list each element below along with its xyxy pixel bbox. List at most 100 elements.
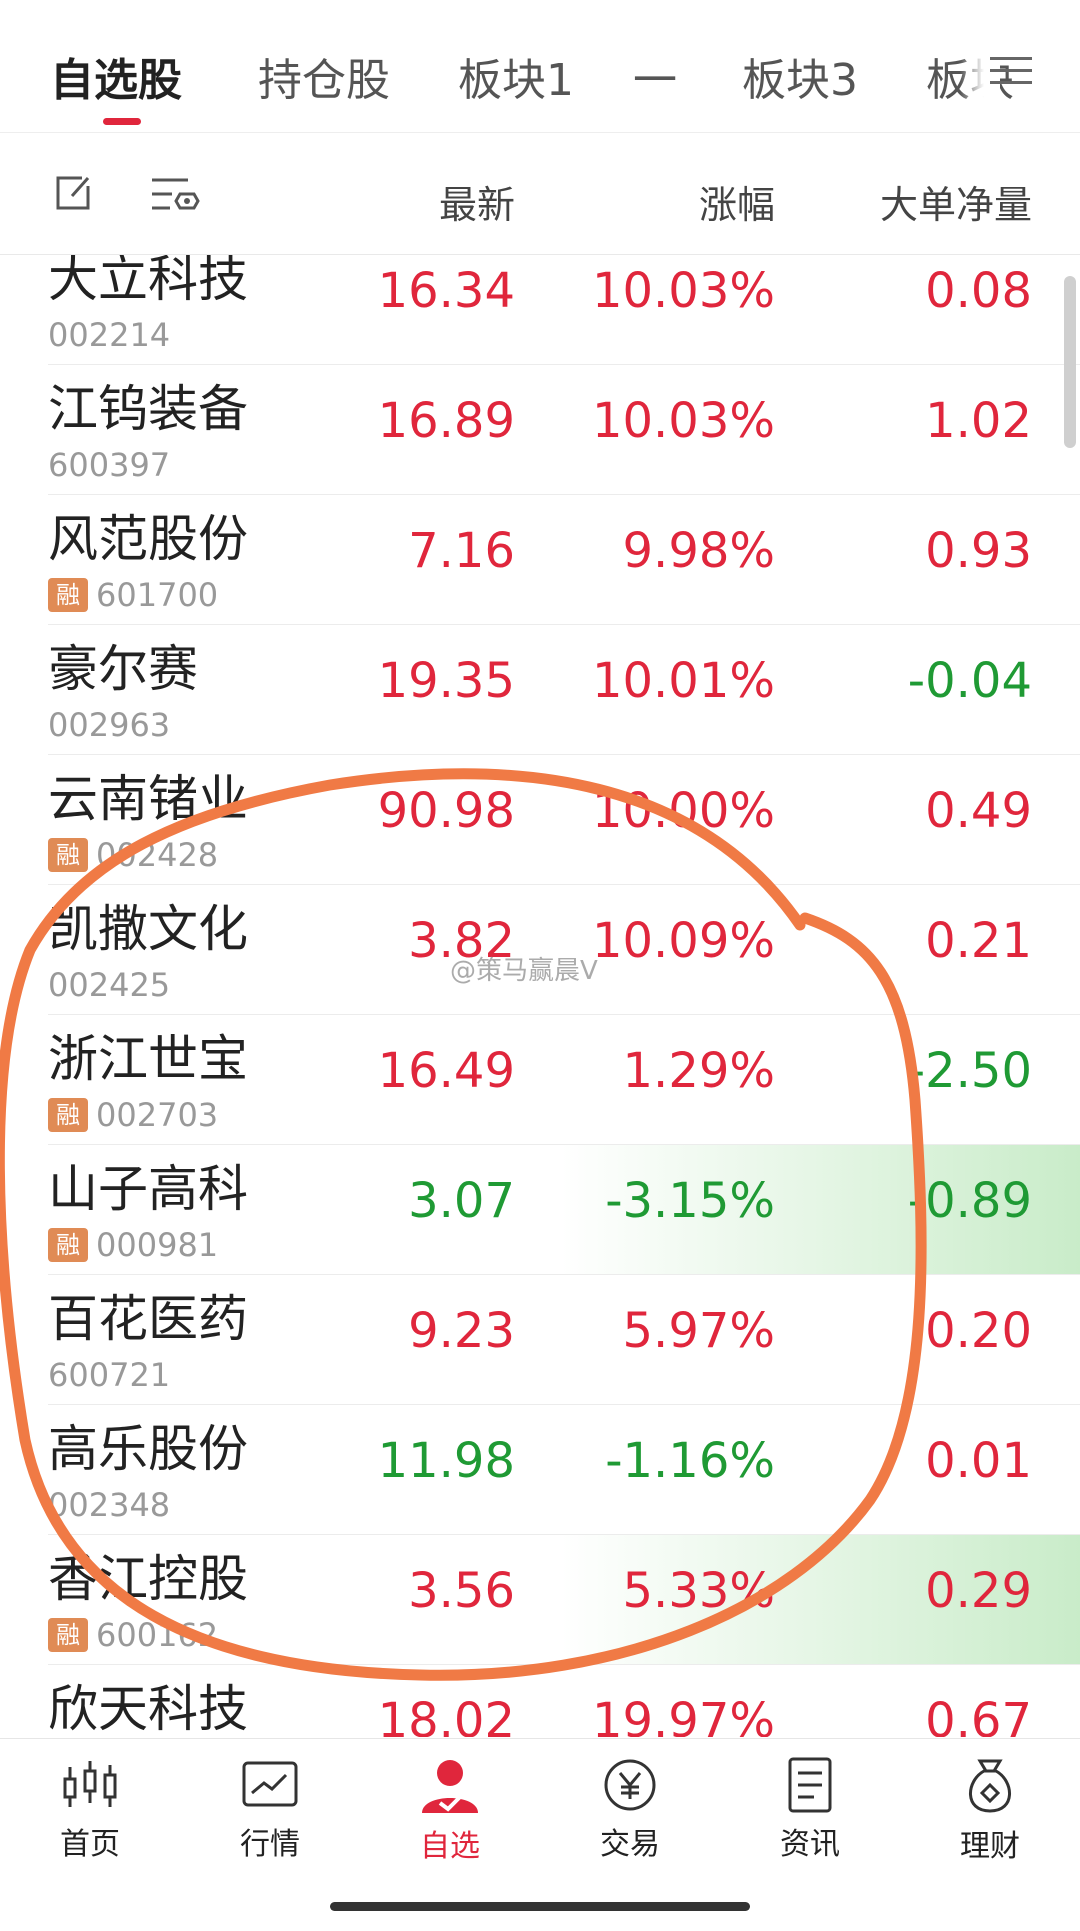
- change-percent: -3.15%: [605, 1173, 775, 1229]
- nav-trade-label: 交易: [600, 1827, 660, 1862]
- change-percent: -1.16%: [605, 1433, 775, 1489]
- tab-sector-3[interactable]: 板块3: [742, 44, 858, 108]
- margin-badge: 融: [48, 838, 88, 872]
- stock-name: 风范股份: [48, 510, 248, 568]
- latest-price: 9.23: [408, 1303, 515, 1359]
- stock-code: 002703: [96, 1096, 219, 1134]
- stock-name: 香江控股: [48, 1550, 248, 1608]
- net-volume: 0.20: [925, 1303, 1032, 1359]
- nav-market[interactable]: 行情: [200, 1757, 340, 1863]
- home-indicator: [330, 1902, 750, 1911]
- stock-code: 600397: [48, 446, 171, 484]
- money-bag-icon: [969, 1759, 1011, 1813]
- net-volume: -0.89: [907, 1173, 1032, 1229]
- net-volume: 0.21: [925, 913, 1032, 969]
- tab-sector-2[interactable]: 一: [633, 44, 677, 108]
- change-percent: 5.97%: [622, 1303, 775, 1359]
- latest-price: 7.16: [408, 523, 515, 579]
- stock-row[interactable]: 百花医药 600721 9.23 5.97% 0.20: [0, 1275, 1080, 1405]
- stock-row[interactable]: 风范股份融 601700 7.16 9.98% 0.93: [0, 495, 1080, 625]
- change-percent: 1.29%: [622, 1043, 775, 1099]
- column-net-volume[interactable]: 大单净量: [880, 174, 1032, 229]
- latest-price: 18.02: [377, 1693, 515, 1737]
- stock-row[interactable]: 豪尔赛 002963 19.35 10.01% -0.04: [0, 625, 1080, 755]
- change-percent: 19.97%: [591, 1693, 775, 1737]
- nav-watchlist[interactable]: 自选: [380, 1757, 520, 1865]
- margin-badge: 融: [48, 578, 88, 612]
- stock-code: 600162: [96, 1616, 219, 1654]
- stock-row[interactable]: 山子高科融 000981 3.07 -3.15% -0.89: [0, 1145, 1080, 1275]
- tab-holdings[interactable]: 持仓股: [258, 44, 390, 108]
- latest-price: 11.98: [377, 1433, 515, 1489]
- stock-code-line: 融 002703: [48, 1096, 219, 1134]
- filter-settings-icon[interactable]: [150, 174, 200, 218]
- stock-row[interactable]: 江钨装备 600397 16.89 10.03% 1.02: [0, 365, 1080, 495]
- stock-name: 山子高科: [48, 1160, 248, 1218]
- net-volume: 0.01: [925, 1433, 1032, 1489]
- change-percent: 10.03%: [591, 263, 775, 319]
- stock-code-line: 002963: [48, 706, 170, 744]
- active-tab-indicator: [103, 118, 141, 125]
- latest-price: 16.49: [377, 1043, 515, 1099]
- stock-name: 百花医药: [48, 1290, 248, 1348]
- latest-price: 16.89: [377, 393, 515, 449]
- nav-home[interactable]: 首页: [20, 1757, 160, 1863]
- stock-row[interactable]: 大立科技 002214 16.34 10.03% 0.08: [0, 255, 1080, 365]
- net-volume: 1.02: [925, 393, 1032, 449]
- stock-row[interactable]: 香江控股融 600162 3.56 5.33% 0.29: [0, 1535, 1080, 1665]
- nav-market-label: 行情: [240, 1827, 300, 1862]
- nav-home-label: 首页: [60, 1827, 120, 1862]
- stock-row[interactable]: 欣天科技 18.02 19.97% 0.67: [0, 1665, 1080, 1737]
- yen-coin-icon: [604, 1759, 656, 1811]
- stock-code: 601700: [96, 576, 219, 614]
- net-volume: 0.67: [925, 1693, 1032, 1737]
- stock-code-line: 002214: [48, 316, 171, 354]
- margin-badge: 融: [48, 1618, 88, 1652]
- nav-watchlist-label: 自选: [420, 1829, 480, 1864]
- scrollbar[interactable]: [1064, 276, 1076, 448]
- stock-code-line: 融 600162: [48, 1616, 219, 1654]
- column-change[interactable]: 涨幅: [699, 174, 775, 229]
- margin-badge: 融: [48, 1228, 88, 1262]
- net-volume: 0.93: [925, 523, 1032, 579]
- stock-name: 江钨装备: [48, 380, 248, 438]
- net-volume: -0.04: [907, 653, 1032, 709]
- stock-row[interactable]: 高乐股份 002348 11.98 -1.16% 0.01: [0, 1405, 1080, 1535]
- edit-icon[interactable]: [52, 172, 94, 214]
- stock-row[interactable]: 云南锗业融 002428 90.98 10.00% 0.49: [0, 755, 1080, 885]
- change-percent: 10.00%: [591, 783, 775, 839]
- bottom-nav-bar: 首页 行情 自选 交易 资讯 理财: [0, 1738, 1080, 1931]
- candlestick-icon: [63, 1761, 117, 1807]
- net-volume: 0.08: [925, 263, 1032, 319]
- stock-name: 云南锗业: [48, 770, 248, 828]
- change-percent: 10.01%: [591, 653, 775, 709]
- change-percent: 9.98%: [622, 523, 775, 579]
- stock-code: 600721: [48, 1356, 171, 1394]
- change-percent: 10.03%: [591, 393, 775, 449]
- tab-watchlist[interactable]: 自选股: [50, 44, 182, 108]
- column-latest[interactable]: 最新: [439, 174, 515, 229]
- net-volume: 0.49: [925, 783, 1032, 839]
- stock-name: 高乐股份: [48, 1420, 248, 1478]
- stock-name: 大立科技: [48, 255, 248, 308]
- stock-code-line: 融 000981: [48, 1226, 218, 1264]
- column-header-row: 最新 涨幅 大单净量: [0, 134, 1080, 255]
- nav-wealth[interactable]: 理财: [920, 1757, 1060, 1865]
- stock-code: 002348: [48, 1486, 171, 1524]
- stock-code-line: 600397: [48, 446, 171, 484]
- top-tab-bar: 自选股 持仓股 板块1 一 板块3 板块: [0, 0, 1080, 133]
- stock-name: 凯撒文化: [48, 900, 248, 958]
- nav-trade[interactable]: 交易: [560, 1757, 700, 1863]
- stock-row[interactable]: 浙江世宝融 002703 16.49 1.29% -2.50: [0, 1015, 1080, 1145]
- latest-price: 16.34: [377, 263, 515, 319]
- margin-badge: 融: [48, 1098, 88, 1132]
- net-volume: -2.50: [907, 1043, 1032, 1099]
- nav-news[interactable]: 资讯: [740, 1757, 880, 1863]
- menu-icon[interactable]: [990, 48, 1032, 88]
- stock-code: 002214: [48, 316, 171, 354]
- change-percent: 5.33%: [622, 1563, 775, 1619]
- stock-name: 浙江世宝: [48, 1030, 248, 1088]
- stock-name: 欣天科技: [48, 1680, 248, 1737]
- tab-sector-1[interactable]: 板块1: [458, 44, 574, 108]
- net-volume: 0.29: [925, 1563, 1032, 1619]
